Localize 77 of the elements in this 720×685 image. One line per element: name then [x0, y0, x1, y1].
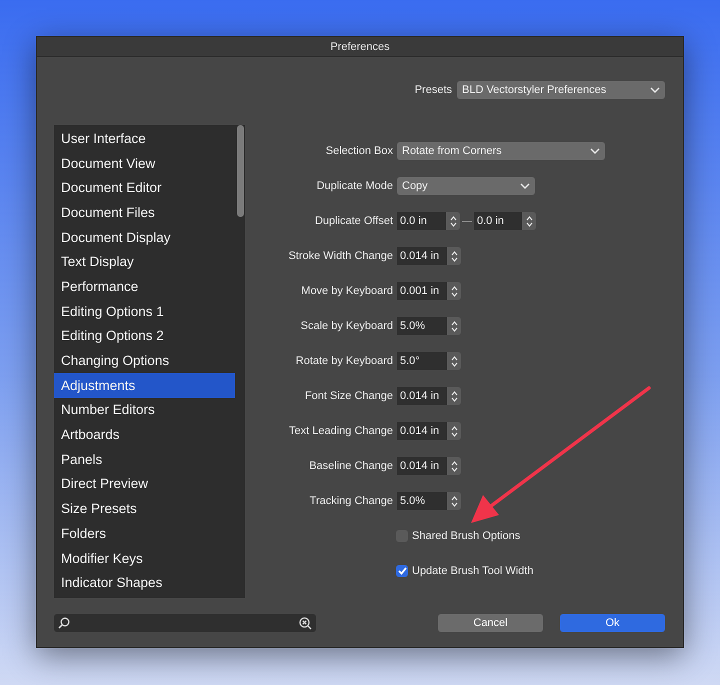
sidebar-item[interactable]: Artboards [54, 422, 235, 447]
number-field[interactable]: 0.014 in [397, 247, 447, 265]
stepper-arrows-icon [450, 216, 456, 226]
checkbox-label: Update Brush Tool Width [412, 565, 534, 577]
chevron-icon [650, 87, 660, 93]
sidebar-item[interactable]: Indicator Shapes [54, 570, 235, 596]
setting-label: Scale by Keyboard [300, 320, 394, 332]
sidebar-item[interactable]: Editing Options 1 [54, 298, 235, 324]
cancel-button[interactable]: Cancel [438, 614, 543, 632]
stepper-arrows-icon [526, 216, 532, 226]
sidebar-item[interactable]: Panels [54, 446, 235, 472]
sidebar-item[interactable]: Document View [54, 150, 235, 176]
chevron-icon [520, 183, 530, 189]
stepper-button[interactable] [447, 492, 461, 510]
sidebar-item[interactable]: Adjustments [54, 372, 235, 398]
stepper-button[interactable] [447, 387, 461, 405]
setting-label: Font Size Change [304, 390, 394, 402]
presets-dropdown[interactable]: BLD Vectorstyler Preferences [457, 81, 665, 99]
setting-label: Baseline Change [308, 460, 394, 472]
stepper-button[interactable] [522, 212, 536, 230]
sidebar-item[interactable]: Editing Options 2 [54, 324, 235, 348]
stepper-button[interactable] [447, 457, 461, 475]
search-icon [58, 617, 70, 629]
checkbox-label: Shared Brush Options [412, 530, 520, 542]
sidebar-item[interactable]: Changing Options [54, 348, 235, 373]
stepper-arrows-icon [450, 320, 458, 332]
setting-label: Duplicate Mode [316, 180, 394, 192]
sidebar-item[interactable]: Number Editors [54, 398, 235, 422]
checkbox[interactable] [396, 565, 408, 577]
stepper-arrows-icon [450, 356, 458, 366]
stepper-arrows-icon [450, 426, 458, 436]
number-field[interactable]: 5.0° [397, 352, 447, 370]
presets-label: Presets [414, 84, 452, 96]
number-field[interactable]: 5.0% [397, 317, 447, 335]
dropdown[interactable]: Rotate from Corners [397, 142, 605, 160]
sidebar-item[interactable]: Folders [54, 521, 235, 546]
number-field[interactable]: 0.014 in [397, 422, 447, 440]
number-field[interactable]: 0.0 in [397, 212, 446, 230]
sidebar-item[interactable]: Document Display [54, 224, 235, 250]
sidebar-item[interactable]: Modifier Keys [54, 546, 235, 570]
stepper-button[interactable] [447, 282, 461, 300]
chevron-icon [590, 148, 600, 154]
stepper-arrows-icon [450, 250, 458, 262]
ok-button[interactable]: Ok [560, 614, 665, 632]
window-title: Preferences [330, 40, 390, 52]
setting-label: Tracking Change [308, 495, 394, 507]
stepper-arrows-icon [450, 460, 458, 472]
sidebar-item[interactable]: Document Editor [54, 175, 235, 200]
sidebar-item[interactable]: Size Presets [54, 496, 235, 521]
stepper-arrows-icon [450, 496, 458, 506]
sidebar-item[interactable]: Direct Preview [54, 472, 235, 496]
sidebar-item[interactable]: Document Files [54, 200, 235, 225]
clear-search-icon[interactable] [299, 616, 312, 630]
stepper-arrows-icon [450, 286, 458, 296]
search-field[interactable] [54, 614, 316, 632]
number-field[interactable]: 0.014 in [397, 457, 447, 475]
setting-label: Stroke Width Change [287, 250, 394, 262]
stepper-button[interactable] [447, 317, 461, 335]
stepper-button[interactable] [447, 352, 461, 370]
setting-label: Move by Keyboard [300, 285, 394, 297]
number-field[interactable]: 0.014 in [397, 387, 447, 405]
number-field[interactable]: 5.0% [397, 492, 447, 510]
setting-label: Text Leading Change [288, 425, 394, 437]
scrollbar-thumb[interactable] [237, 125, 244, 217]
stepper-button[interactable] [446, 212, 460, 230]
stepper-button[interactable] [447, 247, 461, 265]
stepper-arrows-icon [450, 390, 458, 402]
stepper-button[interactable] [447, 422, 461, 440]
setting-label: Rotate by Keyboard [294, 355, 394, 367]
sidebar-item[interactable]: User Interface [54, 126, 235, 151]
setting-label: Selection Box [324, 145, 394, 157]
sidebar-item[interactable]: Performance [54, 274, 235, 299]
sidebar-item[interactable]: Text Display [54, 249, 235, 274]
number-field[interactable]: 0.0 in [474, 212, 522, 230]
dropdown[interactable]: Copy [397, 177, 535, 195]
setting-label: Duplicate Offset [314, 215, 394, 227]
number-field[interactable]: 0.001 in [397, 282, 447, 300]
